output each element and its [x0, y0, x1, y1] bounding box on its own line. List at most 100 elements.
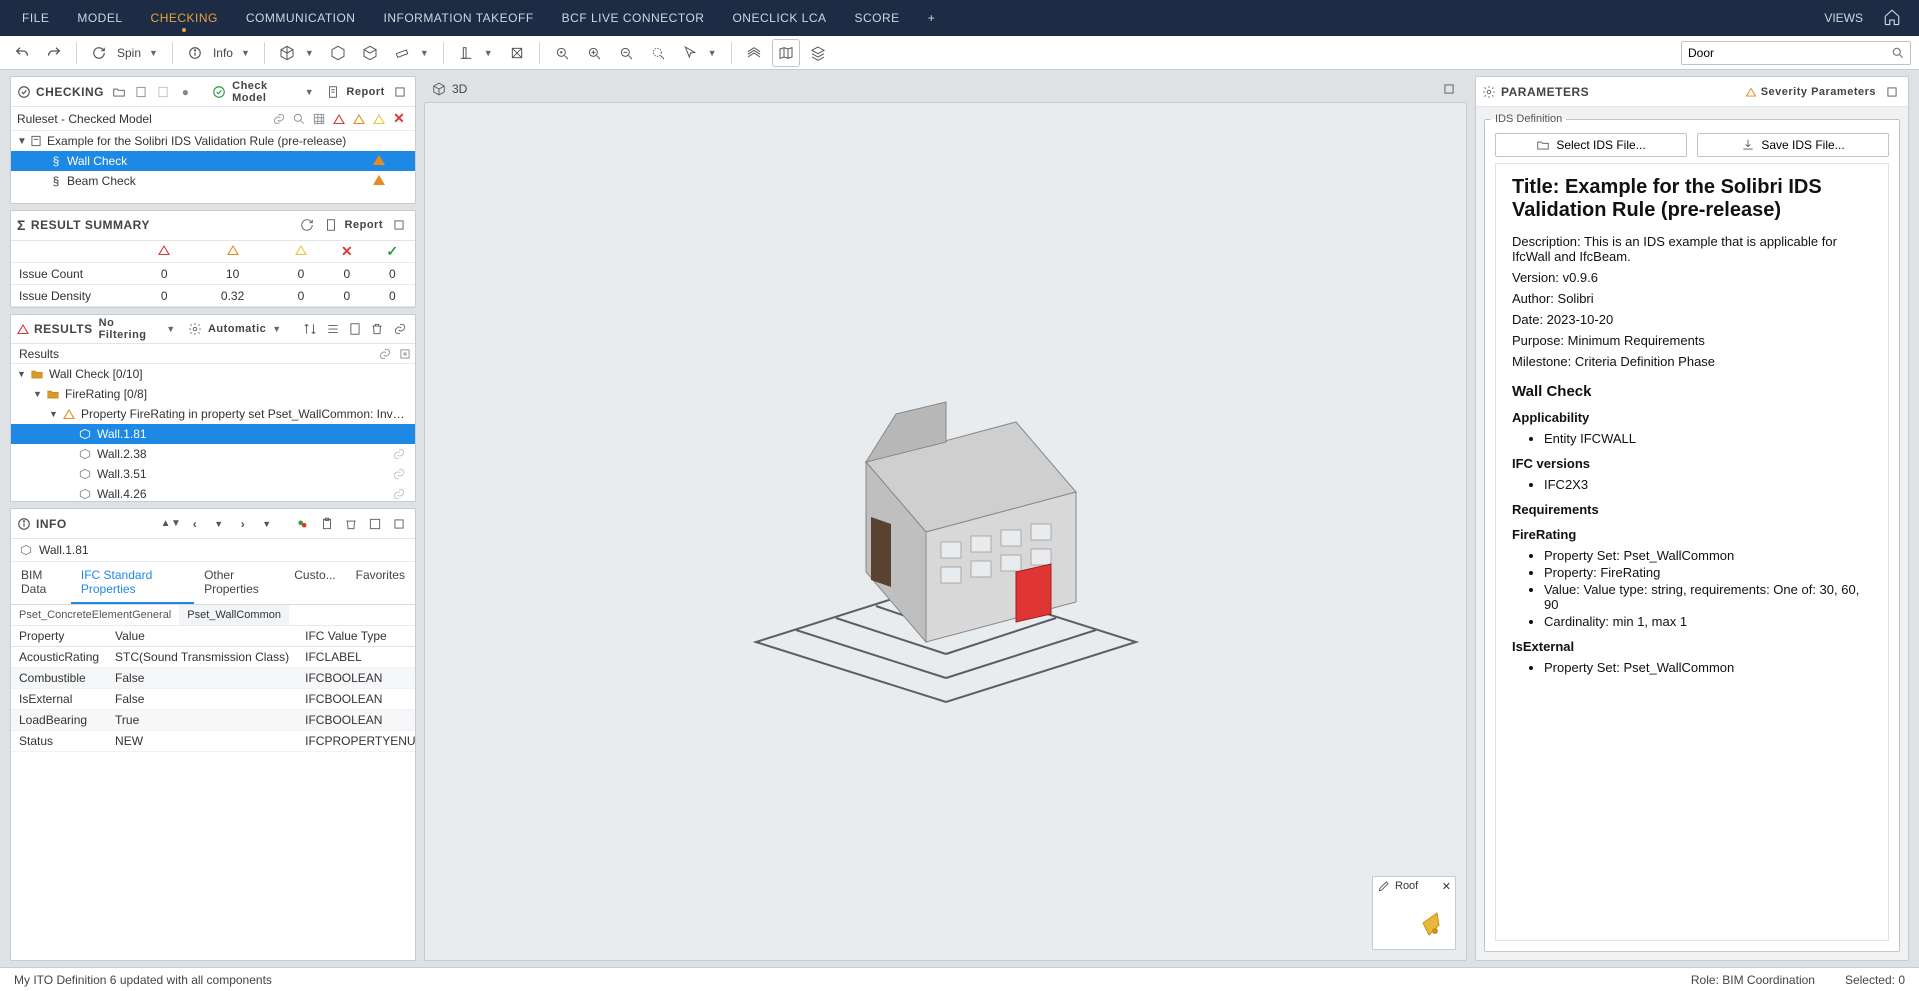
maximize2-icon[interactable] — [389, 215, 409, 235]
window2-icon[interactable] — [365, 514, 385, 534]
result-item-1[interactable]: Wall.2.38 — [11, 444, 415, 464]
report2-button[interactable]: Report — [345, 219, 383, 231]
clipboard-icon[interactable] — [317, 514, 337, 534]
search-small-icon[interactable] — [289, 109, 309, 129]
cube-icon[interactable] — [273, 39, 301, 67]
menu-communication[interactable]: COMMUNICATION — [232, 0, 370, 36]
check-model-dropdown[interactable]: ▼ — [305, 87, 314, 97]
note-icon[interactable] — [346, 319, 364, 339]
grid-icon[interactable] — [740, 39, 768, 67]
report2-icon[interactable] — [321, 215, 341, 235]
link2-icon[interactable] — [391, 319, 409, 339]
next-icon[interactable]: › — [233, 514, 253, 534]
select-ids-button[interactable]: Select IDS File... — [1495, 133, 1687, 157]
next-dropdown[interactable]: ▼ — [257, 514, 277, 534]
sort-icon[interactable] — [301, 319, 319, 339]
tab-favorites[interactable]: Favorites — [346, 562, 415, 604]
measure-dropdown[interactable]: ▼ — [420, 48, 429, 58]
section-dropdown[interactable]: ▼ — [484, 48, 493, 58]
col-ifctype[interactable]: IFC Value Type — [297, 626, 415, 647]
zoom-in-icon[interactable] — [580, 39, 608, 67]
tab-other[interactable]: Other Properties — [194, 562, 284, 604]
tab-bim-data[interactable]: BIM Data — [11, 562, 71, 604]
box-icon[interactable] — [503, 39, 531, 67]
result-wall-check[interactable]: ▼ Wall Check [0/10] — [11, 364, 415, 384]
cube-dropdown[interactable]: ▼ — [305, 48, 314, 58]
ruleset-root[interactable]: ▼ Example for the Solibri IDS Validation… — [11, 131, 415, 151]
tab-ifc-std[interactable]: IFC Standard Properties — [71, 562, 194, 604]
menu-add-tab[interactable]: + — [914, 0, 950, 36]
undo-button[interactable] — [8, 39, 36, 67]
prev-icon[interactable]: ‹ — [185, 514, 205, 534]
pset-tab-wallcommon[interactable]: Pset_WallCommon — [179, 605, 289, 625]
menu-bcf[interactable]: BCF LIVE CONNECTOR — [548, 0, 719, 36]
gear-icon[interactable] — [186, 319, 204, 339]
window-icon[interactable] — [413, 319, 416, 339]
zoom-target-icon[interactable] — [548, 39, 576, 67]
maximize4-icon[interactable] — [389, 514, 409, 534]
auto-label[interactable]: Automatic — [208, 323, 266, 335]
cursor-dropdown[interactable]: ▼ — [708, 48, 717, 58]
maximize-3d-icon[interactable] — [1439, 79, 1459, 99]
save-ids-button[interactable]: Save IDS File... — [1697, 133, 1889, 157]
trash-icon[interactable] — [368, 319, 386, 339]
minimap-edit-icon[interactable] — [1377, 879, 1391, 893]
result-firerating[interactable]: ▼ FireRating [0/8] — [11, 384, 415, 404]
result-issue[interactable]: ▼ Property FireRating in property set Ps… — [11, 404, 415, 424]
report-button[interactable]: Report — [346, 86, 384, 98]
folder-open-icon[interactable] — [110, 82, 128, 102]
cube2-icon[interactable] — [324, 39, 352, 67]
menu-score[interactable]: SCORE — [841, 0, 914, 36]
layers-icon[interactable] — [804, 39, 832, 67]
menu-oneclick[interactable]: ONECLICK LCA — [718, 0, 840, 36]
menu-file[interactable]: FILE — [8, 0, 63, 36]
zoom-out-icon[interactable] — [612, 39, 640, 67]
auto-dropdown[interactable]: ▼ — [272, 324, 281, 334]
dot-icon[interactable]: ● — [177, 82, 195, 102]
info-dropdown[interactable]: ▼ — [241, 48, 250, 58]
filter-label[interactable]: No Filtering — [99, 317, 161, 341]
search-icon[interactable] — [1891, 46, 1905, 60]
pset-tab-concrete[interactable]: Pset_ConcreteElementGeneral — [11, 605, 179, 625]
updown-icon[interactable]: ▲▼ — [161, 514, 181, 534]
zoom-dash-icon[interactable] — [644, 39, 672, 67]
section-icon[interactable] — [452, 39, 480, 67]
prev-dropdown[interactable]: ▼ — [209, 514, 229, 534]
3d-viewport[interactable]: Roof ✕ — [424, 102, 1467, 961]
check-gear-icon[interactable] — [210, 82, 228, 102]
result-item-0[interactable]: Wall.1.81 — [11, 424, 415, 444]
maximize5-icon[interactable] — [1882, 82, 1902, 102]
menu-ito[interactable]: INFORMATION TAKEOFF — [369, 0, 547, 36]
map-icon[interactable] — [772, 39, 800, 67]
measure-icon[interactable] — [388, 39, 416, 67]
table-icon[interactable] — [309, 109, 329, 129]
redo-button[interactable] — [40, 39, 68, 67]
cube3-icon[interactable] — [356, 39, 384, 67]
info-icon[interactable] — [181, 39, 209, 67]
severity-button[interactable]: Severity Parameters — [1761, 86, 1876, 98]
rule-wall-check[interactable]: § Wall Check — [11, 151, 415, 171]
cursor-icon[interactable] — [676, 39, 704, 67]
refresh2-icon[interactable] — [297, 215, 317, 235]
ids-document[interactable]: Title: Example for the Solibri IDS Valid… — [1495, 163, 1889, 941]
results-target-icon[interactable] — [395, 347, 415, 361]
spin-dropdown[interactable]: ▼ — [149, 48, 158, 58]
search-input[interactable] — [1681, 41, 1911, 65]
result-item-3[interactable]: Wall.4.26 — [11, 484, 415, 501]
link-icon[interactable] — [269, 109, 289, 129]
home-icon[interactable] — [1873, 8, 1911, 29]
list-icon[interactable] — [324, 319, 342, 339]
menu-model[interactable]: MODEL — [63, 0, 136, 36]
menu-checking[interactable]: CHECKING — [137, 0, 232, 36]
rule-beam-check[interactable]: § Beam Check — [11, 171, 415, 191]
views-button[interactable]: VIEWS — [1814, 11, 1873, 25]
refresh-icon[interactable] — [85, 39, 113, 67]
col-property[interactable]: Property — [11, 626, 107, 647]
tab-custom[interactable]: Custo... — [284, 562, 345, 604]
maximize-icon[interactable] — [391, 82, 409, 102]
minimap[interactable]: Roof ✕ — [1372, 876, 1456, 950]
report-icon[interactable] — [324, 82, 342, 102]
filter-dropdown[interactable]: ▼ — [166, 324, 175, 334]
minimap-close-icon[interactable]: ✕ — [1442, 880, 1451, 893]
check-model-button[interactable]: Check Model — [232, 80, 299, 104]
